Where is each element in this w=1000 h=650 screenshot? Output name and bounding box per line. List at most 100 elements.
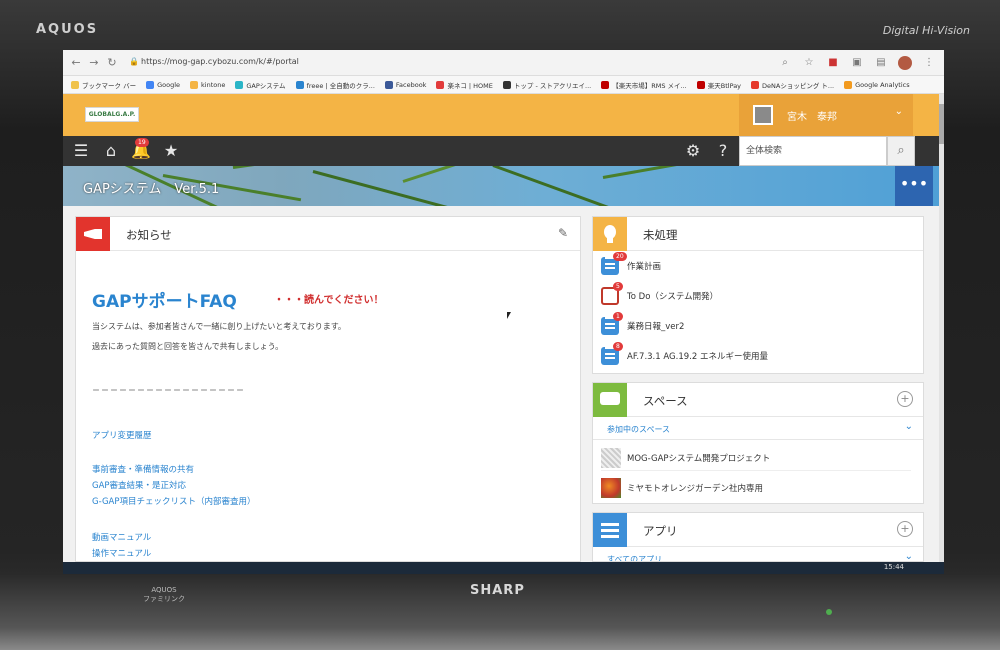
count-badge: 1 [613,312,623,321]
bookmark-item[interactable]: ブックマーク バー [71,80,136,90]
space-thumbnail-icon [601,448,621,468]
bookmark-favicon-icon [71,80,79,89]
add-space-button[interactable]: + [897,391,913,407]
pending-item[interactable]: 1 業務日報_ver2 [601,312,911,337]
pending-panel: 未処理 20 作業計画 5 To Do（システム開発） 1 業務日報_ver2 … [592,216,924,374]
bookmark-favicon-icon [384,80,393,89]
pending-item[interactable]: 8 AF.7.3.1 AG.19.2 エネルギー使用量 [601,342,911,367]
bookmark-favicon-icon [751,80,760,89]
space-item[interactable]: MOG-GAPシステム開発プロジェクト [601,445,911,471]
tv-brand: AQUOS [36,22,99,37]
notice-paragraph: 過去にあった質問と回答を皆さんで共有しましょう。 [92,342,284,351]
apps-title: アプリ [643,524,678,538]
chat-bubble-icon [593,383,627,417]
taskbar-clock: 15:44 [883,563,904,571]
bookmark-item[interactable]: 楽天BtlPay [696,80,741,90]
bookmark-item[interactable]: 【楽天市場】RMS メイ... [601,80,687,90]
menu-icon[interactable]: ⋮ [922,56,936,70]
space-thumbnail-icon [601,478,621,498]
user-menu[interactable]: 宮木 泰邦 ⌄ [739,94,913,136]
bookmark-item[interactable]: GAPシステム [235,80,286,90]
link-video-manual[interactable]: 動画マニュアル [92,531,151,543]
back-icon[interactable]: ← [69,56,83,70]
bookmark-item[interactable]: トップ - ストアクリエイ... [502,80,591,90]
user-avatar-icon [753,105,773,125]
search-icon[interactable]: ⌕ [887,136,915,166]
pdf-icon[interactable]: ■ [826,56,840,70]
link-pre-audit[interactable]: 事前審査・準備情報の共有 [92,463,194,475]
help-icon[interactable]: ? [713,141,733,161]
global-search-input[interactable]: 全体検索 [739,136,887,166]
bookmark-favicon-icon [436,80,445,89]
faq-title: GAPサポートFAQ [92,292,237,312]
favorites-star-icon[interactable]: ★ [161,141,181,161]
extension-icon[interactable]: ▤ [874,56,888,70]
spaces-subheader[interactable]: 参加中のスペース ⌄ [593,418,923,440]
mouse-cursor-icon [507,312,511,319]
global-gap-logo[interactable]: GLOBALG.A.P. [85,107,139,122]
lightbulb-icon [593,217,627,251]
lock-icon: 🔒 [129,57,139,66]
count-badge: 20 [613,252,627,261]
tv-series-label: AQUOS ファミリンク [143,586,185,603]
chevron-down-icon: ⌄ [904,551,913,562]
bookmark-item[interactable]: freee | 全自動のクラ... [295,80,375,90]
bookmark-item[interactable]: kintone [190,80,225,89]
bookmark-favicon-icon [295,80,304,89]
link-audit-results[interactable]: GAP審査結果・是正対応 [92,479,186,491]
address-bar: ← → ↻ 🔒 https://mog-gap.cybozu.com/k/#/p… [63,50,944,76]
link-app-history[interactable]: アプリ変更履歴 [92,429,152,441]
tv-frame: AQUOS Digital Hi-Vision ← → ↻ 🔒 https://… [0,0,1000,650]
count-badge: 8 [613,342,623,351]
sharp-logo: SHARP [470,583,525,598]
banner-title: GAPシステム Ver.5.1 [83,182,220,197]
edit-icon[interactable]: ✎ [558,226,568,240]
star-icon[interactable]: ☆ [802,56,816,70]
bookmark-item[interactable]: Google Analytics [844,80,910,89]
zoom-icon[interactable]: ⌕ [778,56,792,70]
screen: ← → ↻ 🔒 https://mog-gap.cybozu.com/k/#/p… [63,50,944,574]
faq-note: ・・・読んでください！ [274,295,384,306]
spaces-title: スペース [643,394,688,408]
add-app-button[interactable]: + [897,521,913,537]
spaces-panel: スペース + 参加中のスペース ⌄ MOG-GAPシステム開発プロジェクト ミヤ… [592,382,924,504]
bookmark-item[interactable]: Facebook [384,80,426,89]
count-badge: 5 [613,282,623,291]
hamburger-menu-icon[interactable]: ☰ [71,141,91,161]
bookmark-favicon-icon [190,80,198,89]
home-icon[interactable]: ⌂ [101,141,121,161]
space-item[interactable]: ミヤモトオレンジガーデン社内専用 [601,475,911,501]
power-led [826,609,832,615]
page-scrollbar[interactable] [939,94,944,562]
reload-icon[interactable]: ↻ [105,56,119,70]
app-list-icon [593,513,627,547]
bookmark-favicon-icon [146,80,155,89]
bookmark-favicon-icon [696,80,705,89]
pending-item[interactable]: 20 作業計画 [601,252,911,277]
url-field[interactable]: https://mog-gap.cybozu.com/k/#/portal [141,57,299,66]
bookmark-favicon-icon [502,80,511,89]
extension-icon[interactable]: ▣ [850,56,864,70]
link-operation-manual[interactable]: 操作マニュアル [92,547,151,559]
apps-panel: アプリ + すべてのアプリ ⌄ [592,512,924,562]
windows-taskbar: 15:44 [63,562,944,574]
notice-panel: お知らせ ✎ GAPサポートFAQ ・・・読んでください！ 当システムは、参加者… [75,216,581,562]
profile-avatar-icon[interactable] [898,56,912,70]
user-name: 宮木 泰邦 [787,112,837,123]
link-checklist[interactable]: G-GAP項目チェックリスト（内部審査用） [92,495,256,507]
pending-item[interactable]: 5 To Do（システム開発） [601,282,911,307]
bookmark-item[interactable]: 楽ネコ | HOME [436,80,493,90]
chevron-down-icon: ⌄ [904,421,913,432]
gear-icon[interactable]: ⚙ [683,141,703,161]
bookmark-item[interactable]: Google [146,80,180,89]
tv-tagline: Digital Hi-Vision [882,24,970,37]
bookmark-item[interactable]: DeNAショッピング ト... [751,80,834,90]
notice-title: お知らせ [126,228,172,242]
pending-title: 未処理 [643,228,678,242]
bookmark-favicon-icon [235,80,244,89]
forward-icon[interactable]: → [87,56,101,70]
more-options-icon[interactable]: ••• [895,166,933,206]
bookmark-favicon-icon [601,80,610,89]
notice-paragraph: 当システムは、参加者皆さんで一緒に創り上げたいと考えております。 [92,322,346,331]
apps-subheader[interactable]: すべてのアプリ ⌄ [593,548,923,562]
